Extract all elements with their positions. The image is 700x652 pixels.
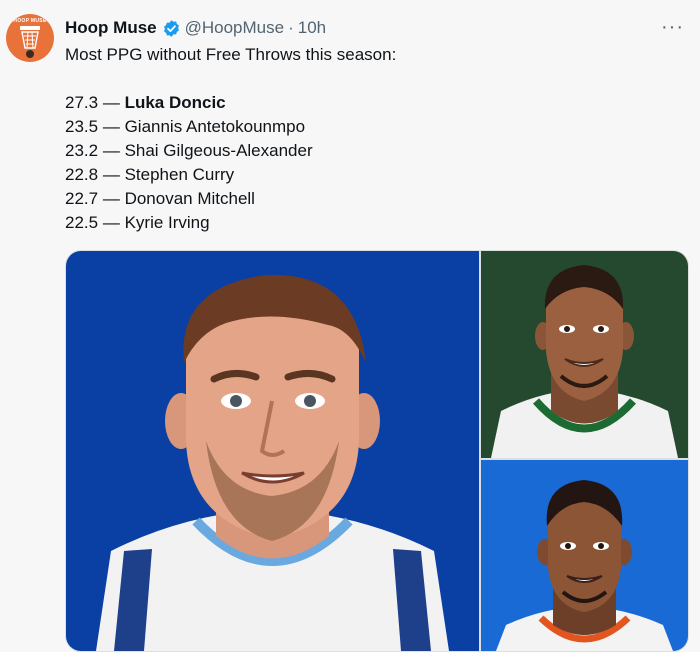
media-image-main[interactable] (66, 251, 479, 651)
player-illustration (496, 480, 673, 651)
ranking-line: 22.8 — Stephen Curry (65, 165, 235, 184)
verified-badge-icon (163, 19, 179, 37)
ranking-line: 23.2 — Shai Gilgeous-Alexander (65, 141, 313, 160)
separator-dot: · (288, 18, 294, 37)
author-handle[interactable]: @HoopMuse (185, 17, 284, 39)
ranking-player-bold: Luka Doncic (124, 93, 226, 112)
more-horizontal-icon[interactable]: ··· (661, 17, 684, 37)
player-illustration (96, 274, 449, 651)
player-illustration (491, 265, 678, 458)
tweet-media-grid[interactable] (65, 250, 689, 652)
author-name[interactable]: Hoop Muse (65, 17, 157, 39)
media-image-top-right[interactable] (481, 251, 688, 458)
tweet-intro: Most PPG without Free Throws this season… (65, 45, 397, 64)
avatar-logo-text: HOOP MUSE (13, 18, 47, 24)
media-image-bottom-right[interactable] (481, 460, 688, 651)
tweet-header: Hoop Muse @HoopMuse · 10h (65, 17, 326, 39)
tweet-text: Most PPG without Free Throws this season… (65, 43, 665, 235)
ranking-line: 27.3 — Luka Doncic (65, 93, 226, 112)
post-timestamp[interactable]: 10h (298, 17, 326, 39)
ranking-line: 22.7 — Donovan Mitchell (65, 189, 255, 208)
avatar[interactable]: HOOP MUSE (6, 14, 54, 62)
ranking-line: 22.5 — Kyrie Irving (65, 213, 210, 232)
ranking-line: 23.5 — Giannis Antetokounmpo (65, 117, 306, 136)
